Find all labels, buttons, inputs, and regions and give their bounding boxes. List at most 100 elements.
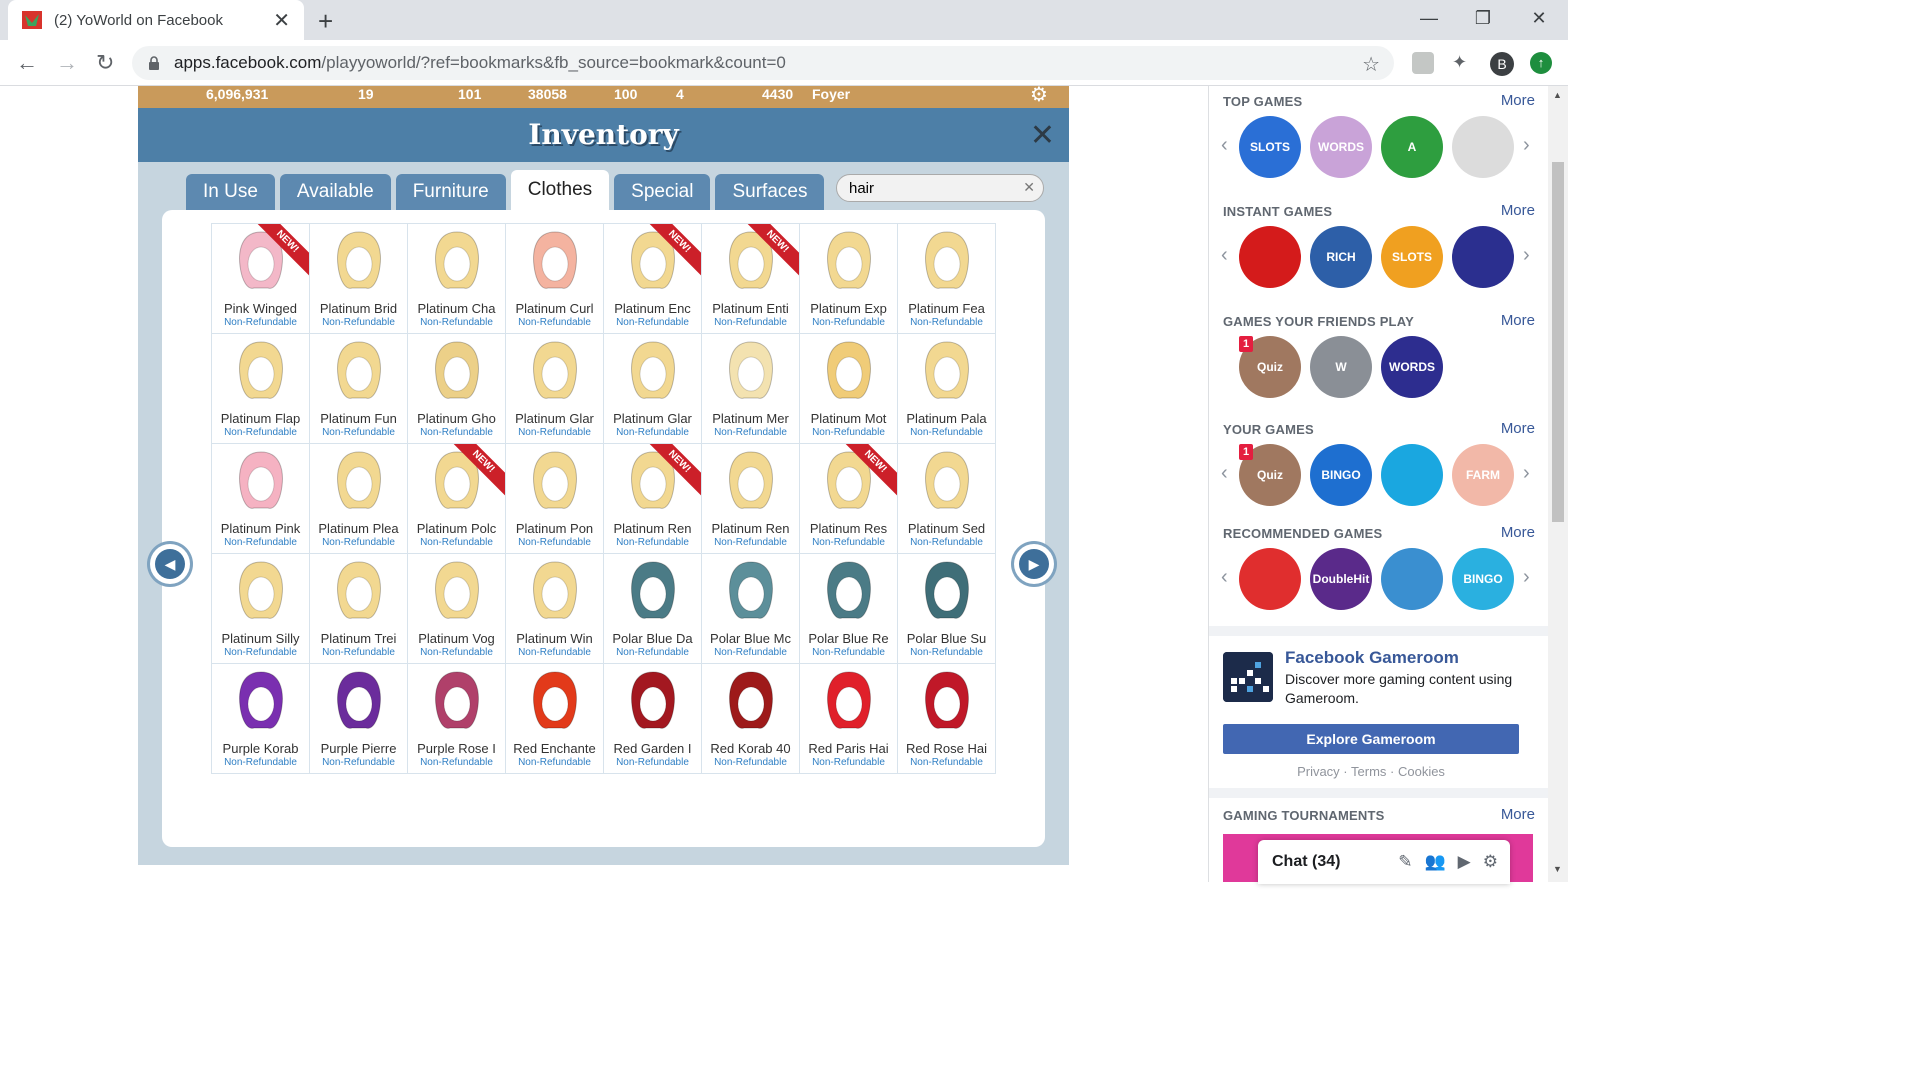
extension-icon[interactable]	[1412, 52, 1434, 74]
inventory-item[interactable]: Platinum Sed Non-Refundable	[898, 444, 995, 553]
inventory-item[interactable]: Purple Pierre Non-Refundable	[310, 664, 407, 773]
inventory-item[interactable]: Polar Blue Re Non-Refundable	[800, 554, 897, 663]
puzzle-icon[interactable]: ✦	[1452, 52, 1474, 74]
game-icon[interactable]	[1452, 116, 1514, 178]
game-settings-icon[interactable]: ⚙	[1030, 86, 1048, 107]
group-icon[interactable]: 👥	[1425, 852, 1446, 872]
inventory-item[interactable]: Platinum Cha Non-Refundable	[408, 224, 505, 333]
chevron-left-icon[interactable]: ‹	[1221, 462, 1228, 485]
more-link[interactable]: More	[1501, 312, 1535, 329]
inventory-item[interactable]: Platinum Glar Non-Refundable	[506, 334, 603, 443]
inventory-item[interactable]: Platinum Fun Non-Refundable	[310, 334, 407, 443]
inventory-item[interactable]: Platinum Pon Non-Refundable	[506, 444, 603, 553]
update-icon[interactable]: ↑	[1530, 52, 1552, 74]
forward-icon[interactable]: →	[56, 50, 78, 76]
prev-page-button[interactable]: ◀	[150, 544, 190, 584]
game-icon[interactable]: RICH	[1310, 226, 1372, 288]
address-bar[interactable]: apps.facebook.com/playyoworld/?ref=bookm…	[132, 46, 1394, 80]
back-icon[interactable]: ←	[16, 50, 38, 76]
game-icon[interactable]: A	[1381, 116, 1443, 178]
inventory-item[interactable]: Platinum Pink Non-Refundable	[212, 444, 309, 553]
inventory-item[interactable]: Platinum Gho Non-Refundable	[408, 334, 505, 443]
game-icon[interactable]: WORDS	[1381, 336, 1443, 398]
game-icon[interactable]: Quiz 1	[1239, 336, 1301, 398]
scroll-up-icon[interactable]: ▲	[1553, 90, 1562, 100]
new-tab-icon[interactable]: +	[318, 6, 333, 37]
chevron-left-icon[interactable]: ‹	[1221, 244, 1228, 267]
minimize-icon[interactable]: —	[1406, 8, 1452, 29]
tab-in-use[interactable]: In Use	[186, 174, 275, 210]
game-icon[interactable]: WORDS	[1310, 116, 1372, 178]
game-icon[interactable]: SLOTS	[1239, 116, 1301, 178]
scroll-thumb[interactable]	[1552, 162, 1564, 522]
inventory-item[interactable]: Red Rose Hai Non-Refundable	[898, 664, 995, 773]
chevron-left-icon[interactable]: ‹	[1221, 134, 1228, 157]
more-link[interactable]: More	[1501, 806, 1535, 823]
game-icon[interactable]: W	[1310, 336, 1372, 398]
inventory-item[interactable]: Platinum Silly Non-Refundable	[212, 554, 309, 663]
terms-link[interactable]: Terms	[1351, 764, 1386, 779]
tab-clothes[interactable]: Clothes	[510, 170, 610, 210]
inventory-item[interactable]: Polar Blue Da Non-Refundable	[604, 554, 701, 663]
search-input[interactable]	[837, 175, 1007, 201]
game-icon[interactable]	[1239, 226, 1301, 288]
inventory-item[interactable]: Polar Blue Mc Non-Refundable	[702, 554, 799, 663]
scroll-down-icon[interactable]: ▼	[1553, 864, 1562, 874]
more-link[interactable]: More	[1501, 524, 1535, 541]
inventory-item[interactable]: Platinum Enc Non-Refundable NEW!	[604, 224, 701, 333]
window-close-icon[interactable]: ✕	[1516, 8, 1562, 29]
compose-icon[interactable]: ✎	[1398, 852, 1412, 872]
game-icon[interactable]	[1239, 548, 1301, 610]
inventory-item[interactable]: Platinum Pala Non-Refundable	[898, 334, 995, 443]
game-icon[interactable]: DoubleHit	[1310, 548, 1372, 610]
chevron-right-icon[interactable]: ›	[1523, 244, 1530, 267]
clear-search-icon[interactable]: ✕	[1023, 179, 1035, 196]
game-icon[interactable]: Quiz 1	[1239, 444, 1301, 506]
more-link[interactable]: More	[1501, 420, 1535, 437]
reload-icon[interactable]: ↻	[96, 50, 114, 76]
chevron-right-icon[interactable]: ›	[1523, 462, 1530, 485]
game-icon[interactable]: BINGO	[1310, 444, 1372, 506]
inventory-item[interactable]: Platinum Polc Non-Refundable NEW!	[408, 444, 505, 553]
inventory-item[interactable]: Red Korab 40 Non-Refundable	[702, 664, 799, 773]
chevron-right-icon[interactable]: ›	[1523, 566, 1530, 589]
more-link[interactable]: More	[1501, 202, 1535, 219]
inventory-item[interactable]: Platinum Mer Non-Refundable	[702, 334, 799, 443]
inventory-close-icon[interactable]: ✕	[1030, 118, 1055, 153]
chat-bar[interactable]: Chat (34) ✎ 👥 ▶ ⚙	[1258, 840, 1510, 884]
tab-furniture[interactable]: Furniture	[395, 174, 506, 210]
game-icon[interactable]	[1452, 226, 1514, 288]
browser-tab[interactable]: (2) YoWorld on Facebook ✕	[8, 0, 304, 40]
inventory-item[interactable]: Platinum Exp Non-Refundable	[800, 224, 897, 333]
privacy-link[interactable]: Privacy	[1297, 764, 1340, 779]
inventory-item[interactable]: Purple Rose I Non-Refundable	[408, 664, 505, 773]
tab-close-icon[interactable]: ✕	[273, 8, 290, 33]
game-icon[interactable]: SLOTS	[1381, 226, 1443, 288]
inventory-item[interactable]: Polar Blue Su Non-Refundable	[898, 554, 995, 663]
tab-available[interactable]: Available	[279, 174, 391, 210]
inventory-item[interactable]: Red Garden I Non-Refundable	[604, 664, 701, 773]
inventory-item[interactable]: Platinum Enti Non-Refundable NEW!	[702, 224, 799, 333]
inventory-item[interactable]: Purple Korab Non-Refundable	[212, 664, 309, 773]
game-icon[interactable]: BINGO	[1452, 548, 1514, 610]
inventory-item[interactable]: Platinum Fea Non-Refundable	[898, 224, 995, 333]
inventory-item[interactable]: Platinum Flap Non-Refundable	[212, 334, 309, 443]
inventory-item[interactable]: Platinum Ren Non-Refundable	[702, 444, 799, 553]
inventory-item[interactable]: Platinum Plea Non-Refundable	[310, 444, 407, 553]
bookmark-star-icon[interactable]: ☆	[1362, 52, 1380, 77]
inventory-item[interactable]: Platinum Trei Non-Refundable	[310, 554, 407, 663]
game-icon[interactable]	[1381, 548, 1443, 610]
chat-settings-icon[interactable]: ⚙	[1483, 852, 1498, 872]
inventory-item[interactable]: Platinum Brid Non-Refundable	[310, 224, 407, 333]
page-scrollbar[interactable]: ▲ ▼	[1548, 86, 1568, 882]
gameroom-title[interactable]: Facebook Gameroom	[1285, 648, 1459, 668]
video-icon[interactable]: ▶	[1458, 852, 1471, 872]
more-link[interactable]: More	[1501, 92, 1535, 109]
tab-special[interactable]: Special	[614, 174, 711, 210]
tab-surfaces[interactable]: Surfaces	[715, 174, 825, 210]
inventory-item[interactable]: Platinum Res Non-Refundable NEW!	[800, 444, 897, 553]
inventory-item[interactable]: Platinum Ren Non-Refundable NEW!	[604, 444, 701, 553]
game-icon[interactable]	[1381, 444, 1443, 506]
game-icon[interactable]: FARM	[1452, 444, 1514, 506]
next-page-button[interactable]: ▶	[1014, 544, 1054, 584]
